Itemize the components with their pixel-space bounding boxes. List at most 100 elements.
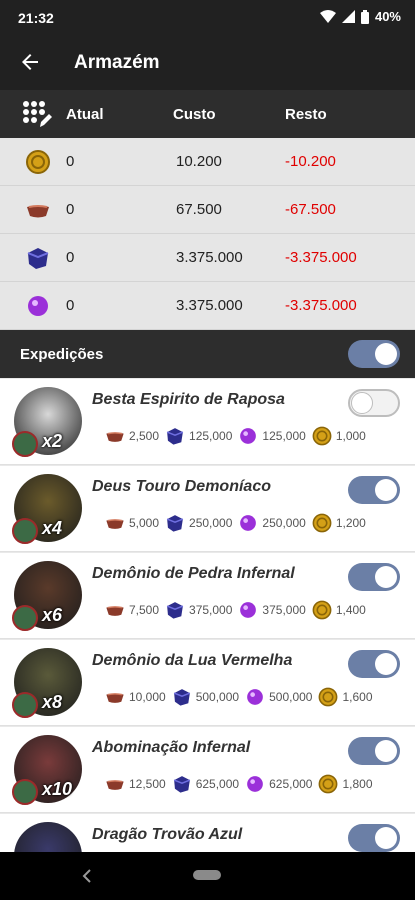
gold-coin-icon xyxy=(312,600,332,620)
battery-icon xyxy=(360,9,369,24)
nav-back-icon[interactable] xyxy=(80,868,94,884)
purple-crystal-icon xyxy=(166,428,184,445)
purple-crystal-icon xyxy=(173,776,190,793)
custo-value: 3.375.000 xyxy=(176,297,243,314)
toggle-knob xyxy=(375,566,397,588)
gold-coin-icon xyxy=(26,150,50,174)
back-arrow-icon[interactable] xyxy=(18,50,42,74)
purple-orb-icon xyxy=(240,515,257,531)
table-row: 0 67.500 -67.500 xyxy=(0,186,415,234)
toggle-knob xyxy=(375,740,397,762)
toggle-knob xyxy=(351,392,373,414)
expedition-toggle[interactable] xyxy=(348,650,400,678)
expedition-toggle[interactable] xyxy=(348,476,400,504)
crystal-cost: 500,000 xyxy=(195,690,240,704)
copper-ingot-icon xyxy=(106,780,124,790)
expedition-name: Abominação Infernal xyxy=(92,739,251,756)
status-time: 21:32 xyxy=(18,10,54,26)
nav-home-pill[interactable] xyxy=(193,870,221,880)
expedition-toggle[interactable] xyxy=(348,737,400,765)
keypad-edit-icon[interactable] xyxy=(22,100,52,130)
team-badge-icon xyxy=(12,779,38,805)
gold-coin-icon xyxy=(312,513,332,533)
crystal-cost: 625,000 xyxy=(195,777,240,791)
multiplier-label: x2 xyxy=(42,431,63,451)
column-atual: Atual xyxy=(66,106,104,123)
gold-coin-icon xyxy=(319,687,338,707)
team-badge-icon xyxy=(12,431,38,457)
column-resto: Resto xyxy=(285,106,327,123)
orb-cost: 625,000 xyxy=(269,777,313,791)
atual-value: 0 xyxy=(66,297,75,314)
atual-value: 0 xyxy=(66,201,75,218)
navigation-bar xyxy=(0,852,415,900)
table-row: 0 3.375.000 -3.375.000 xyxy=(0,282,415,330)
copper-ingot-icon xyxy=(27,205,49,218)
purple-orb-icon xyxy=(28,296,48,316)
orb-cost: 250,000 xyxy=(262,516,306,530)
expedition-name: Demônio de Pedra Infernal xyxy=(92,565,295,582)
resto-value: -3.375.000 xyxy=(285,297,357,314)
purple-orb-icon xyxy=(247,776,263,792)
purple-crystal-icon xyxy=(166,515,184,532)
expeditions-label: Expedições xyxy=(20,346,104,363)
copper-ingot-icon xyxy=(106,693,124,703)
coin-cost: 1,000 xyxy=(335,429,366,443)
expeditions-toggle[interactable] xyxy=(348,340,400,368)
purple-orb-icon xyxy=(240,602,257,618)
expedition-card[interactable]: x2 Besta Espirito de Raposa 2,500 125,000 12… xyxy=(0,379,415,465)
copper-ingot-icon xyxy=(106,519,124,529)
toggle-knob xyxy=(375,653,397,675)
orb-cost: 500,000 xyxy=(269,690,313,704)
expedition-toggle[interactable] xyxy=(348,389,400,417)
purple-crystal-icon xyxy=(166,602,184,619)
orb-cost: 125,000 xyxy=(262,429,306,443)
expedition-toggle[interactable] xyxy=(348,563,400,591)
team-badge-icon xyxy=(12,605,38,631)
multiplier-label: x8 xyxy=(42,692,63,712)
expedition-costs: 5,000 250,000 250,000 1,200 xyxy=(104,512,371,534)
expedition-costs: 2,500 125,000 125,000 1,000 xyxy=(104,425,371,447)
coin-cost: 1,800 xyxy=(342,777,373,791)
expedition-name: Dragão Trovão Azul xyxy=(92,826,243,843)
status-bar: 21:32 40% xyxy=(0,0,415,36)
expedition-name: Demônio da Lua Vermelha xyxy=(92,652,293,669)
gold-coin-icon xyxy=(319,774,338,794)
resto-value: -67.500 xyxy=(285,201,336,218)
custo-value: 67.500 xyxy=(176,201,222,218)
purple-orb-icon xyxy=(247,689,263,705)
expedition-card[interactable]: x10 Abominação Infernal 12,500 625,000 625,0… xyxy=(0,727,415,813)
coin-cost: 1,400 xyxy=(335,603,366,617)
toggle-knob xyxy=(375,479,397,501)
ingot-cost: 7,500 xyxy=(129,603,160,617)
expedition-toggle[interactable] xyxy=(348,824,400,852)
crystal-cost: 375,000 xyxy=(189,603,233,617)
atual-value: 0 xyxy=(66,153,75,170)
expedition-card[interactable]: x6 Demônio de Pedra Infernal 7,500 375,000 3… xyxy=(0,553,415,639)
app-bar: Armazém xyxy=(0,36,415,90)
table-row: 0 10.200 -10.200 xyxy=(0,138,415,186)
custo-value: 3.375.000 xyxy=(176,249,243,266)
atual-value: 0 xyxy=(66,249,75,266)
expedition-card[interactable]: x8 Demônio da Lua Vermelha 10,000 500,000 50… xyxy=(0,640,415,726)
toggle-knob xyxy=(375,827,397,849)
team-badge-icon xyxy=(12,518,38,544)
purple-crystal-icon xyxy=(27,248,49,269)
copper-ingot-icon xyxy=(106,432,124,442)
multiplier-label: x4 xyxy=(42,518,63,538)
gold-coin-icon xyxy=(312,426,332,446)
expedition-costs: 7,500 375,000 375,000 1,400 xyxy=(104,599,371,621)
ingot-cost: 5,000 xyxy=(129,516,160,530)
page-title: Armazém xyxy=(74,52,160,73)
team-badge-icon xyxy=(12,692,38,718)
table-row: 0 3.375.000 -3.375.000 xyxy=(0,234,415,282)
expedition-name: Deus Touro Demoníaco xyxy=(92,478,271,495)
toggle-knob xyxy=(375,343,397,365)
multiplier-label: x10 xyxy=(42,779,73,799)
expeditions-header: Expedições xyxy=(0,330,415,378)
resto-value: -10.200 xyxy=(285,153,336,170)
purple-crystal-icon xyxy=(173,689,190,706)
expedition-card[interactable]: x4 Deus Touro Demoníaco 5,000 250,000 250,00… xyxy=(0,466,415,552)
column-custo: Custo xyxy=(173,106,216,123)
crystal-cost: 250,000 xyxy=(189,516,233,530)
